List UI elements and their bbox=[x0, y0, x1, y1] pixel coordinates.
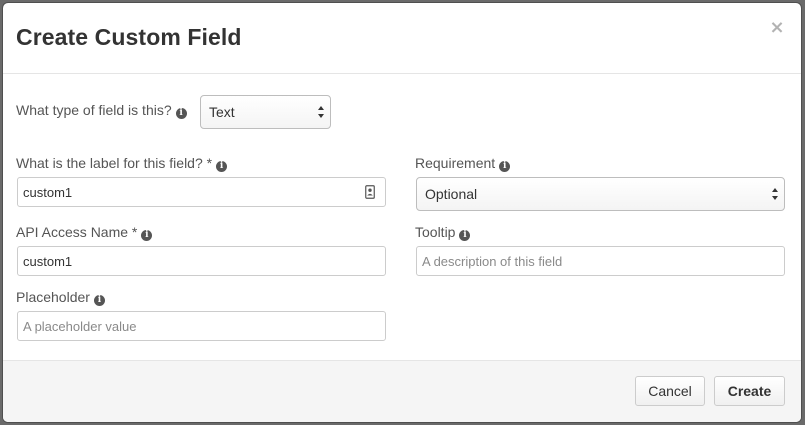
requirement-select[interactable]: Optional bbox=[416, 177, 785, 211]
field-label-label: What is the label for this field? * i bbox=[16, 155, 228, 172]
info-icon: i bbox=[459, 230, 471, 241]
api-access-name-label-text: API Access Name * bbox=[16, 224, 138, 240]
field-type-label: What type of field is this? i bbox=[16, 102, 187, 119]
contact-card-icon bbox=[365, 185, 375, 199]
dialog-footer: Cancel Create bbox=[3, 360, 801, 422]
info-icon: i bbox=[499, 161, 511, 172]
field-label-label-text: What is the label for this field? * bbox=[16, 155, 213, 171]
requirement-label-text: Requirement bbox=[415, 155, 496, 171]
create-custom-field-dialog: Create Custom Field × What type of field… bbox=[3, 3, 801, 422]
field-type-label-text: What type of field is this? bbox=[16, 102, 172, 118]
close-button[interactable]: × bbox=[769, 17, 785, 39]
select-arrows-icon bbox=[772, 188, 778, 200]
info-icon: i bbox=[175, 108, 187, 119]
requirement-label: Requirement i bbox=[415, 155, 511, 172]
info-icon: i bbox=[93, 295, 105, 306]
info-icon: i bbox=[216, 161, 228, 172]
tooltip-label-text: Tooltip bbox=[415, 224, 456, 240]
api-access-name-label: API Access Name * i bbox=[16, 224, 153, 241]
placeholder-label-text: Placeholder bbox=[16, 289, 90, 305]
field-label-input[interactable] bbox=[17, 177, 386, 207]
tooltip-label: Tooltip i bbox=[415, 224, 471, 241]
info-icon: i bbox=[141, 230, 153, 241]
create-button[interactable]: Create bbox=[714, 376, 785, 406]
cancel-button[interactable]: Cancel bbox=[635, 376, 705, 406]
field-type-value: Text bbox=[209, 104, 235, 120]
dialog-header: Create Custom Field × bbox=[3, 3, 801, 74]
requirement-value: Optional bbox=[425, 186, 478, 202]
placeholder-input[interactable] bbox=[17, 311, 386, 341]
placeholder-label: Placeholder i bbox=[16, 289, 105, 306]
select-arrows-icon bbox=[318, 106, 324, 118]
field-type-select[interactable]: Text bbox=[200, 95, 331, 129]
dialog-title: Create Custom Field bbox=[16, 24, 242, 50]
api-access-name-input[interactable] bbox=[17, 246, 386, 276]
tooltip-input[interactable] bbox=[416, 246, 785, 276]
